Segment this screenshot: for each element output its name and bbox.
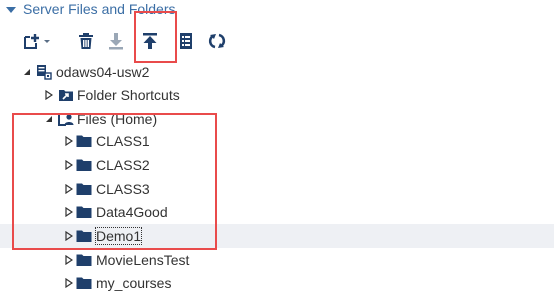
folder-label[interactable]: CLASS1 — [96, 133, 150, 149]
tree-row-folder[interactable]: CLASS2 — [0, 153, 554, 177]
folder-icon — [76, 157, 92, 173]
collapsed-arrow-icon[interactable] — [64, 160, 74, 170]
tree-row-folder[interactable]: my_courses — [0, 271, 554, 295]
collapsed-arrow-icon[interactable] — [64, 231, 74, 241]
folder-icon — [76, 252, 92, 268]
folder-icon — [76, 133, 92, 149]
section-header[interactable]: Server Files and Folders — [0, 0, 176, 18]
tree-row-folder-shortcuts[interactable]: Folder Shortcuts — [0, 83, 554, 107]
folder-label[interactable]: MovieLensTest — [96, 252, 189, 268]
tree-row-folder[interactable]: MovieLensTest — [0, 248, 554, 272]
delete-button[interactable] — [76, 30, 96, 52]
section-title: Server Files and Folders — [23, 1, 176, 17]
tree-row-folder[interactable]: CLASS1 — [0, 129, 554, 153]
home-folder-icon — [58, 111, 74, 127]
server-icon — [36, 64, 52, 80]
folder-icon — [76, 204, 92, 220]
folder-label[interactable]: CLASS2 — [96, 157, 150, 173]
collapsed-arrow-icon[interactable] — [64, 255, 74, 265]
folder-label[interactable]: Data4Good — [96, 204, 168, 220]
collapsed-arrow-icon[interactable] — [64, 278, 74, 288]
download-icon — [109, 33, 123, 50]
folder-icon — [76, 275, 92, 291]
refresh-button[interactable] — [207, 30, 227, 52]
folder-icon — [76, 228, 92, 244]
collapsed-arrow-icon[interactable] — [64, 207, 74, 217]
collapsed-arrow-icon[interactable] — [64, 136, 74, 146]
folder-shortcuts-label[interactable]: Folder Shortcuts — [77, 87, 180, 103]
expanded-arrow-icon[interactable] — [22, 67, 32, 77]
folder-label[interactable]: Demo1 — [94, 227, 143, 245]
trash-icon — [79, 33, 93, 49]
collapsed-arrow-icon[interactable] — [44, 90, 54, 100]
tree-row-folder-selected[interactable]: Demo1 — [0, 224, 554, 248]
folder-label[interactable]: my_courses — [96, 275, 171, 291]
folder-label[interactable]: CLASS3 — [96, 181, 150, 197]
collapsed-arrow-icon[interactable] — [64, 184, 74, 194]
folder-icon — [76, 181, 92, 197]
tree-row-files-home[interactable]: Files (Home) — [0, 107, 554, 131]
files-home-label[interactable]: Files (Home) — [77, 111, 157, 127]
expanded-arrow-icon[interactable] — [44, 114, 54, 124]
server-files-panel: Server Files and Folders odaws04-usw2 Fo… — [0, 0, 554, 295]
upload-button[interactable] — [140, 30, 160, 52]
refresh-icon — [208, 33, 226, 49]
server-label[interactable]: odaws04-usw2 — [56, 64, 149, 80]
new-menu-button[interactable] — [22, 30, 56, 52]
new-file-icon — [24, 34, 50, 49]
properties-button[interactable] — [176, 30, 196, 52]
tree-row-folder[interactable]: CLASS3 — [0, 177, 554, 201]
properties-icon — [180, 33, 192, 49]
collapse-caret-icon[interactable] — [6, 6, 16, 13]
tree-row-folder[interactable]: Data4Good — [0, 200, 554, 224]
folder-shortcut-icon — [58, 87, 74, 103]
download-button[interactable] — [106, 30, 126, 52]
tree-row-server[interactable]: odaws04-usw2 — [0, 60, 554, 84]
upload-icon — [143, 33, 157, 49]
